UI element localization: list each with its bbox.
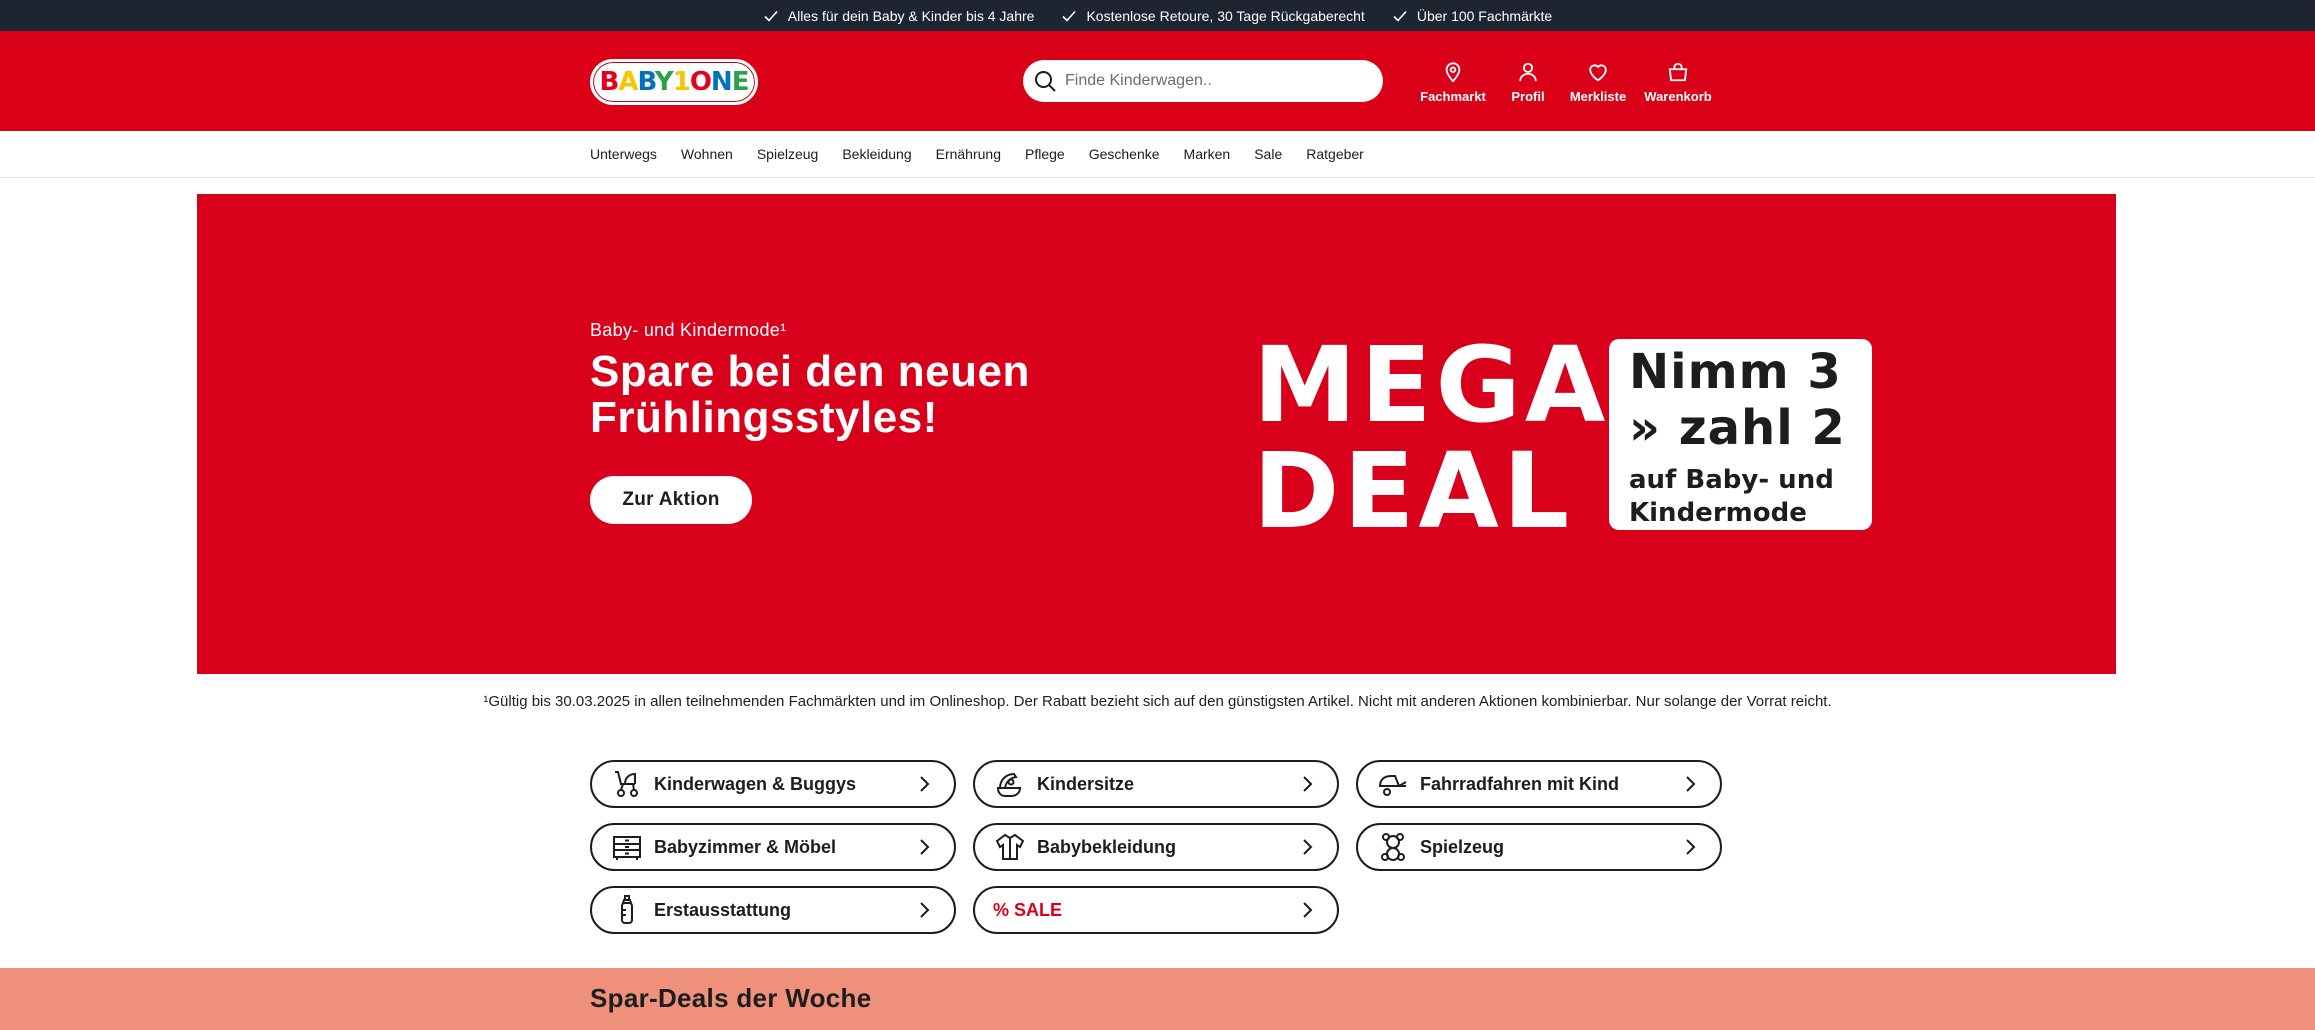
category-label: Kindersitze — [1037, 773, 1135, 794]
usp-bar: Alles für dein Baby & Kinder bis 4 Jahre… — [0, 0, 2315, 31]
section-title: Spar-Deals der Woche — [590, 983, 872, 1013]
profil-button[interactable]: Profil — [1502, 61, 1554, 104]
chevron-right-icon — [920, 776, 930, 792]
teddy-bear-icon — [1376, 830, 1410, 864]
mega-deal-text: MEGA DEAL — [1253, 332, 1609, 544]
zur-aktion-button[interactable]: Zur Aktion — [590, 476, 752, 524]
logo-text: BABY1ONE — [599, 67, 750, 97]
chevron-right-icon — [1686, 776, 1696, 792]
usp-text: Alles für dein Baby & Kinder bis 4 Jahre — [787, 7, 1035, 24]
nav-item-bekleidung[interactable]: Bekleidung — [842, 146, 911, 162]
spar-deals-section: Spar-Deals der Woche — [0, 968, 2315, 1030]
heart-icon — [1589, 64, 1607, 82]
hero-footnote: ¹Gültig bis 30.03.2025 in allen teilnehm… — [483, 693, 1832, 710]
nav-item-spielzeug[interactable]: Spielzeug — [757, 146, 819, 162]
deal-badge-subtext: auf Baby- und Kindermode — [1629, 464, 1852, 530]
deal-badge: Nimm 3 » zahl 2 auf Baby- und Kindermode — [1609, 339, 1872, 530]
warenkorb-button[interactable]: Warenkorb — [1642, 61, 1714, 104]
header-actions: Fachmarkt Profil Merkliste Warenkorb — [1418, 61, 1714, 104]
bike-trailer-icon — [1376, 767, 1410, 801]
usp-item: Alles für dein Baby & Kinder bis 4 Jahre — [763, 7, 1035, 24]
nav-item-marken[interactable]: Marken — [1184, 146, 1231, 162]
baby-bottle-icon — [610, 893, 644, 927]
category-pill-kindersitze[interactable]: Kindersitze — [973, 760, 1339, 808]
category-label: Kinderwagen & Buggys — [654, 773, 857, 794]
deal-badge-line3: auf Baby- und — [1629, 465, 1834, 495]
category-pill-kinderwagen[interactable]: Kinderwagen & Buggys — [590, 760, 956, 808]
deal-line: DEAL — [1253, 430, 1574, 552]
dresser-icon — [610, 830, 644, 864]
deal-badge-line1: Nimm 3 — [1629, 344, 1842, 400]
hero-banner[interactable]: Baby- und Kindermode¹ Spare bei den neue… — [197, 194, 2116, 674]
nav-item-wohnen[interactable]: Wohnen — [681, 146, 733, 162]
category-label: Spielzeug — [1420, 836, 1505, 857]
warenkorb-label: Warenkorb — [1644, 89, 1712, 104]
check-icon — [1062, 10, 1077, 22]
deal-badge-line2: » zahl 2 — [1629, 400, 1846, 456]
user-icon — [1519, 62, 1537, 82]
hero-headline: Spare bei den neuen Frühlingsstyles! — [590, 347, 1030, 442]
fachmarkt-label: Fachmarkt — [1420, 89, 1486, 104]
usp-item: Über 100 Fachmärkte — [1392, 8, 1552, 24]
search-icon[interactable] — [1033, 69, 1057, 93]
chevron-right-icon — [920, 839, 930, 855]
nav-item-ratgeber[interactable]: Ratgeber — [1306, 146, 1364, 162]
deal-badge-line4: Kindermode — [1629, 498, 1807, 528]
nav-item-pflege[interactable]: Pflege — [1025, 146, 1065, 162]
jacket-icon — [993, 830, 1027, 864]
chevron-right-icon — [1303, 776, 1313, 792]
check-icon — [1393, 10, 1407, 22]
category-pill-babybekleidung[interactable]: Babybekleidung — [973, 823, 1339, 871]
chevron-right-icon — [920, 902, 930, 918]
site-logo[interactable]: BABY1ONE — [590, 59, 758, 105]
category-pill-babyzimmer[interactable]: Babyzimmer & Möbel — [590, 823, 956, 871]
nav-item-sale[interactable]: Sale — [1254, 146, 1282, 162]
chevron-right-icon — [1686, 839, 1696, 855]
fachmarkt-button[interactable]: Fachmarkt — [1418, 61, 1488, 104]
nav-item-ernaehrung[interactable]: Ernährung — [936, 146, 1001, 162]
chevron-right-icon — [1303, 902, 1313, 918]
usp-text: Über 100 Fachmärkte — [1416, 7, 1553, 24]
category-pill-sale[interactable]: % SALE — [973, 886, 1339, 934]
chevron-right-icon — [1303, 839, 1313, 855]
merkliste-button[interactable]: Merkliste — [1568, 61, 1628, 104]
usp-item: Kostenlose Retoure, 30 Tage Rückgaberech… — [1061, 7, 1365, 24]
check-icon — [764, 10, 778, 22]
nav-item-geschenke[interactable]: Geschenke — [1089, 146, 1160, 162]
mega-line: MEGA — [1253, 324, 1610, 446]
usp-text: Kostenlose Retoure, 30 Tage Rückgaberech… — [1086, 7, 1365, 24]
category-label: Fahrradfahren mit Kind — [1420, 773, 1620, 794]
sale-label: % SALE — [993, 899, 1063, 920]
search-input[interactable] — [1065, 72, 1365, 90]
category-pill-fahrrad[interactable]: Fahrradfahren mit Kind — [1356, 760, 1722, 808]
category-nav: Unterwegs Wohnen Spielzeug Bekleidung Er… — [0, 131, 2315, 178]
category-label: Erstausstattung — [654, 899, 792, 920]
profil-label: Profil — [1511, 89, 1545, 104]
stroller-icon — [610, 767, 644, 801]
search-bar[interactable] — [1023, 60, 1383, 102]
hero-kicker: Baby- und Kindermode¹ — [590, 320, 787, 340]
location-pin-icon — [1445, 62, 1461, 83]
car-seat-icon — [993, 767, 1027, 801]
category-label: Babyzimmer & Möbel — [654, 836, 837, 857]
nav-item-unterwegs[interactable]: Unterwegs — [590, 146, 657, 162]
category-label: Babybekleidung — [1037, 836, 1177, 857]
category-pill-spielzeug[interactable]: Spielzeug — [1356, 823, 1722, 871]
category-pill-erstausstattung[interactable]: Erstausstattung — [590, 886, 956, 934]
merkliste-label: Merkliste — [1569, 89, 1627, 104]
shopping-bag-icon — [1668, 62, 1688, 82]
site-header: BABY1ONE Fachmarkt Profil Merkliste Ware… — [0, 31, 2315, 131]
